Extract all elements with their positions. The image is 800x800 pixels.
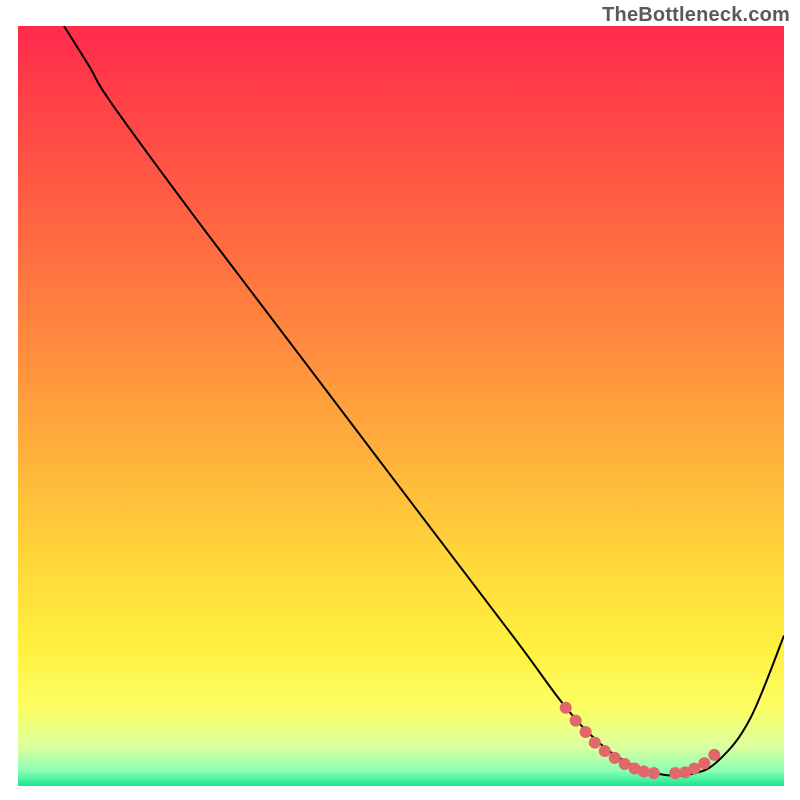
bead-point	[708, 749, 720, 761]
chart-svg	[18, 26, 784, 786]
bead-point	[648, 767, 660, 779]
bead-point	[698, 757, 710, 769]
chart-container: TheBottleneck.com	[0, 0, 800, 800]
bead-point	[570, 715, 582, 727]
bead-point	[580, 726, 592, 738]
bead-point	[589, 737, 601, 749]
watermark-label: TheBottleneck.com	[602, 4, 790, 27]
plot-area	[18, 26, 784, 786]
bead-point	[560, 702, 572, 714]
bead-point	[609, 752, 621, 764]
bead-point	[599, 745, 611, 757]
gradient-background	[18, 26, 784, 786]
